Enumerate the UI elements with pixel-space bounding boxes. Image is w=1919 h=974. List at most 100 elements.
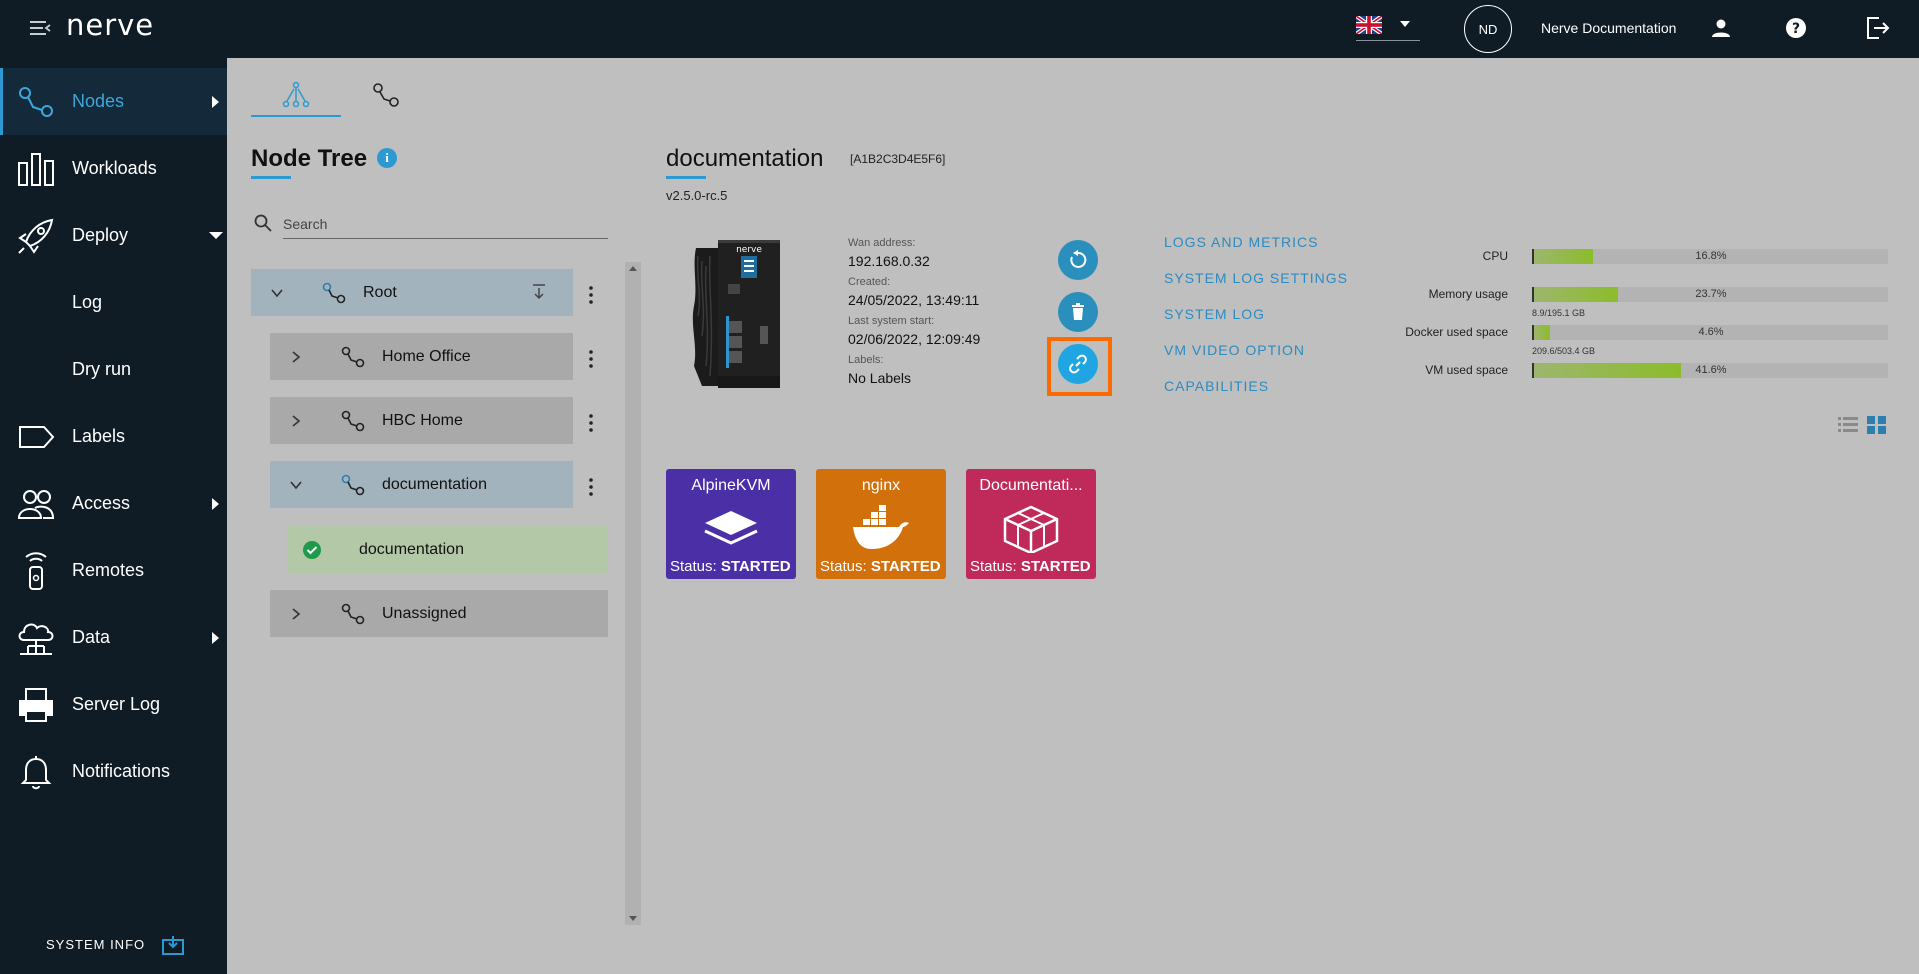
delete-button[interactable] <box>1058 292 1098 332</box>
chevron-right-icon[interactable] <box>290 351 302 363</box>
language-dropdown-icon[interactable] <box>1400 21 1410 27</box>
tree-node-hbc-home[interactable]: HBC Home <box>270 397 573 444</box>
more-options-icon[interactable] <box>586 413 596 433</box>
sidebar-item-label: Nodes <box>72 91 125 111</box>
sidebar-item-label: Labels <box>72 426 126 446</box>
labels-label: Labels: <box>848 354 884 366</box>
avatar[interactable]: ND <box>1464 5 1512 53</box>
workload-card-alpinekvm[interactable]: AlpineKVM Status: STARTED <box>666 469 796 579</box>
chevron-down-icon[interactable] <box>290 479 302 491</box>
tree-node-unassigned[interactable]: Unassigned <box>270 590 608 637</box>
capabilities-link[interactable]: CAPABILITIES <box>1164 376 1348 412</box>
download-info-icon[interactable] <box>161 934 185 956</box>
sidebar-item-log[interactable]: Log <box>0 269 227 336</box>
workload-name: AlpineKVM <box>691 477 771 494</box>
tree-scrollbar[interactable] <box>625 262 641 925</box>
workload-status: Status: STARTED <box>670 558 791 575</box>
last-start-value: 02/06/2022, 12:09:49 <box>848 331 981 347</box>
language-select-underline <box>1356 40 1420 41</box>
refresh-icon <box>1070 250 1087 268</box>
grid-view-icon[interactable] <box>1866 415 1888 435</box>
cpu-value: 16.8% <box>1695 250 1727 262</box>
sidebar-item-label: Data <box>72 627 111 647</box>
tree-node-root[interactable]: Root <box>251 269 573 316</box>
workload-status-value: STARTED <box>720 558 791 575</box>
online-status-icon <box>303 541 321 559</box>
system-info-link[interactable]: SYSTEM INFO <box>46 937 145 952</box>
chevron-down-icon[interactable] <box>271 287 283 299</box>
sidebar-item-dry-run[interactable]: Dry run <box>0 336 227 403</box>
info-icon[interactable]: i <box>377 148 397 168</box>
workload-status: Status: STARTED <box>970 558 1091 575</box>
more-options-icon[interactable] <box>586 349 596 369</box>
node-group-icon <box>341 410 365 432</box>
cloud-data-icon <box>18 623 54 655</box>
remote-connection-button[interactable] <box>1058 344 1098 384</box>
link-icon <box>1069 354 1087 374</box>
wan-address-label: Wan address: <box>848 237 916 249</box>
sidebar-item-notifications[interactable]: Notifications <box>0 738 227 805</box>
help-icon[interactable]: ? <box>1784 16 1808 40</box>
tree-node-documentation-group[interactable]: documentation <box>270 461 573 508</box>
scroll-down-icon[interactable] <box>629 916 637 921</box>
node-serial: [A1B2C3D4E5F6] <box>850 152 946 166</box>
memory-label: Memory usage <box>1428 287 1508 301</box>
sidebar-item-label: Access <box>72 493 131 513</box>
sidebar-item-label: Notifications <box>72 761 171 781</box>
sidebar-item-labels[interactable]: Labels <box>0 403 227 470</box>
memory-value: 23.7% <box>1695 288 1727 300</box>
workload-status-label: Status: <box>670 558 717 575</box>
sidebar-item-deploy[interactable]: Deploy <box>0 202 227 269</box>
remote-control-icon <box>25 551 47 590</box>
chevron-right-icon[interactable] <box>290 415 302 427</box>
expand-right-icon <box>212 95 219 108</box>
node-info: Wan address: 192.168.0.32 Created: 24/05… <box>848 236 980 392</box>
sidebar-item-label: Server Log <box>72 694 161 714</box>
tab-node-list[interactable] <box>341 72 431 117</box>
workload-status-label: Status: <box>970 558 1017 575</box>
logout-icon[interactable] <box>1863 14 1891 42</box>
sidebar-item-access[interactable]: Access <box>0 470 227 537</box>
tree-node-label: documentation <box>382 475 487 493</box>
menu-toggle-icon[interactable] <box>28 16 52 40</box>
search-input[interactable] <box>283 209 608 239</box>
tree-hierarchy-icon <box>282 81 310 107</box>
created-value: 24/05/2022, 13:49:11 <box>848 292 980 308</box>
node-tree-title: Node Tree <box>251 145 368 172</box>
tab-tree-view[interactable] <box>251 72 341 117</box>
chevron-right-icon[interactable] <box>290 608 302 620</box>
tree-node-home-office[interactable]: Home Office <box>270 333 573 380</box>
node-group-icon <box>341 474 365 496</box>
user-icon[interactable] <box>1709 16 1733 40</box>
collapse-all-icon[interactable] <box>532 284 546 300</box>
sidebar-item-server-log[interactable]: Server Log <box>0 671 227 738</box>
list-view-icon[interactable] <box>1837 415 1859 435</box>
workload-name: nginx <box>861 477 901 494</box>
expand-down-icon <box>209 232 223 239</box>
workload-card-nginx[interactable]: nginx Status: STARTED <box>816 469 946 579</box>
sidebar-item-nodes[interactable]: Nodes <box>0 68 227 135</box>
tree-node-label: HBC Home <box>382 411 463 429</box>
sidebar-item-remotes[interactable]: Remotes <box>0 537 227 604</box>
sidebar-item-workloads[interactable]: Workloads <box>0 135 227 202</box>
docker-whale-icon <box>853 505 909 549</box>
compose-cubes-icon <box>1003 505 1059 553</box>
tree-node-documentation-leaf[interactable]: documentation <box>287 526 608 573</box>
workload-card-documentation[interactable]: Documentati... Status: STARTED <box>966 469 1096 579</box>
cpu-label: CPU <box>1482 249 1508 263</box>
uk-flag-icon[interactable] <box>1356 16 1382 34</box>
svg-text:?: ? <box>1792 21 1800 37</box>
search-icon <box>254 214 272 232</box>
reboot-button[interactable] <box>1058 240 1098 280</box>
wan-address-value: 192.168.0.32 <box>848 253 930 269</box>
tree-node-label: documentation <box>359 540 464 558</box>
workload-name: Documentati... <box>979 477 1083 494</box>
tree-node-label: Root <box>363 283 397 301</box>
more-options-icon[interactable] <box>586 477 596 497</box>
user-name[interactable]: Nerve Documentation <box>1541 20 1676 36</box>
scroll-up-icon[interactable] <box>629 266 637 271</box>
sidebar-item-data[interactable]: Data <box>0 604 227 671</box>
tree-node-label: Home Office <box>382 347 471 365</box>
more-options-icon[interactable] <box>586 285 596 305</box>
docker-space-value: 4.6% <box>1698 326 1724 338</box>
